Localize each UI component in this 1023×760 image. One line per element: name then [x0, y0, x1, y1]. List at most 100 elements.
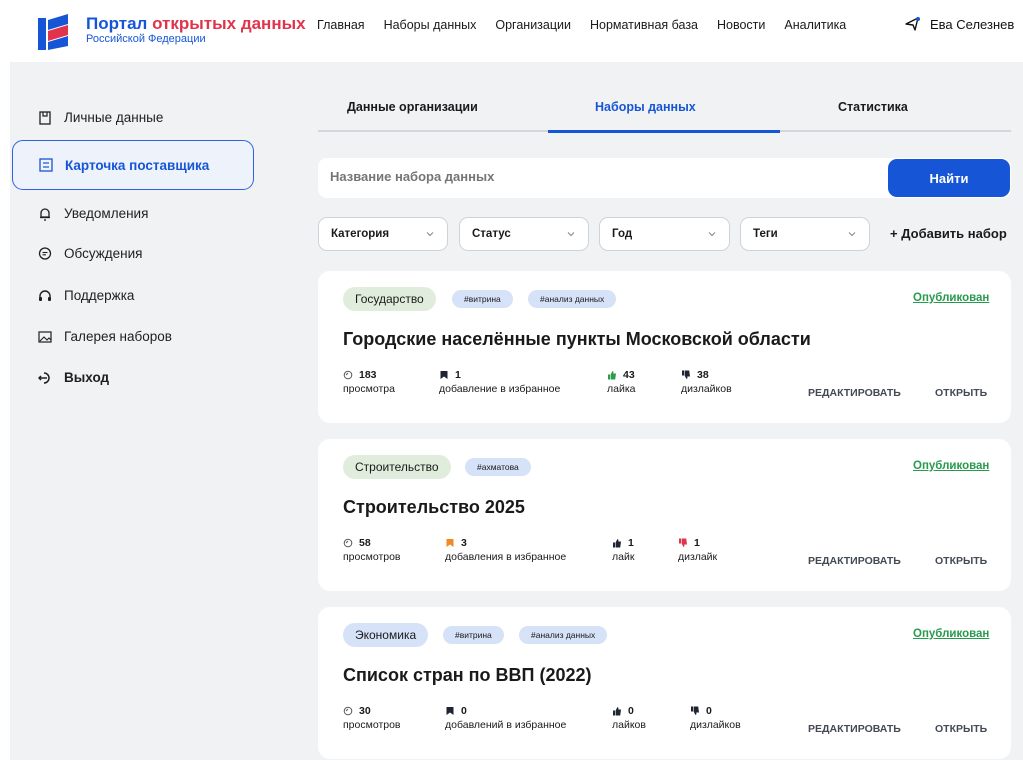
nav-news[interactable]: Новости — [717, 18, 765, 32]
dataset-title[interactable]: Список стран по ВВП (2022) — [343, 665, 592, 686]
category-badge[interactable]: Строительство — [343, 455, 451, 479]
nav-regulations[interactable]: Нормативная база — [590, 18, 698, 32]
user-arrow-icon — [905, 17, 920, 31]
edit-button[interactable]: РЕДАКТИРОВАТЬ — [808, 387, 901, 399]
edit-button[interactable]: РЕДАКТИРОВАТЬ — [808, 723, 901, 735]
user-menu[interactable]: Ева Селезнев — [905, 16, 1014, 32]
tab-statistics[interactable]: Статистика — [838, 100, 908, 114]
views-stat: 30 просмотров — [343, 705, 401, 731]
thumbs-down-icon[interactable] — [681, 370, 691, 380]
open-button[interactable]: ОТКРЫТЬ — [935, 555, 987, 567]
favorites-count: 0 — [461, 705, 467, 717]
sidebar-item-notifications[interactable]: Уведомления — [38, 206, 148, 221]
dislikes-label: дизлайков — [681, 383, 732, 395]
dislikes-count: 0 — [706, 705, 712, 717]
dislikes-count: 1 — [694, 537, 700, 549]
nav-home[interactable]: Главная — [317, 18, 365, 32]
nav-analytics[interactable]: Аналитика — [784, 18, 846, 32]
thumbs-up-icon[interactable] — [612, 706, 622, 716]
sidebar-item-label: Поддержка — [64, 288, 135, 303]
category-badge[interactable]: Государство — [343, 287, 436, 311]
tab-datasets[interactable]: Наборы данных — [595, 100, 696, 114]
status-published[interactable]: Опубликован — [913, 292, 989, 304]
likes-stat: 1 лайк — [612, 537, 634, 563]
status-published[interactable]: Опубликован — [913, 628, 989, 640]
tag-badge[interactable]: #витрина — [443, 626, 504, 644]
edit-button[interactable]: РЕДАКТИРОВАТЬ — [808, 555, 901, 567]
tag-badge[interactable]: #анализ данных — [519, 626, 608, 644]
sidebar-item-gallery[interactable]: Галерея наборов — [38, 329, 172, 344]
sidebar-item-personal-data[interactable]: Личные данные — [38, 110, 163, 125]
thumbs-up-icon[interactable] — [612, 538, 622, 548]
search-button[interactable]: Найти — [888, 159, 1010, 197]
views-count: 183 — [359, 369, 377, 381]
likes-count: 43 — [623, 369, 635, 381]
bookmark-icon[interactable] — [439, 370, 449, 380]
nav-datasets[interactable]: Наборы данных — [384, 18, 477, 32]
sidebar-item-label: Обсуждения — [64, 246, 143, 261]
favorites-label: добавлений в избранное — [445, 719, 567, 731]
favorites-count: 1 — [455, 369, 461, 381]
thumbs-down-icon[interactable] — [678, 538, 688, 548]
dislikes-label: дизлайк — [678, 551, 718, 563]
filter-tags[interactable]: Теги — [740, 217, 870, 251]
nav-organizations[interactable]: Организации — [495, 18, 571, 32]
sidebar-item-logout[interactable]: Выход — [38, 370, 109, 385]
thumbs-down-icon[interactable] — [690, 706, 700, 716]
open-button[interactable]: ОТКРЫТЬ — [935, 723, 987, 735]
chevron-down-icon — [567, 232, 575, 237]
filter-status[interactable]: Статус — [459, 217, 589, 251]
filter-category[interactable]: Категория — [318, 217, 448, 251]
views-stat: 58 просмотров — [343, 537, 401, 563]
tab-organization-data[interactable]: Данные организации — [347, 100, 478, 114]
dataset-card: Государство #витрина #анализ данных Опуб… — [318, 271, 1011, 423]
tag-badge[interactable]: #анализ данных — [528, 290, 617, 308]
chevron-down-icon — [708, 232, 716, 237]
open-button[interactable]: ОТКРЫТЬ — [935, 387, 987, 399]
dataset-title[interactable]: Городские населённые пункты Московской о… — [343, 329, 811, 350]
status-published[interactable]: Опубликован — [913, 460, 989, 472]
logo-title-word-1: Портал — [86, 14, 148, 33]
category-badge[interactable]: Экономика — [343, 623, 429, 647]
search-bar: Найти — [318, 158, 1011, 198]
views-icon — [343, 538, 353, 548]
sidebar-item-discussions[interactable]: Обсуждения — [38, 246, 142, 261]
dataset-title[interactable]: Строительство 2025 — [343, 497, 525, 518]
sidebar-item-supplier-card[interactable]: Карточка поставщика — [12, 140, 254, 190]
bookmark-icon[interactable] — [445, 538, 455, 548]
document-icon — [39, 110, 51, 125]
bell-icon — [40, 207, 50, 221]
tag-badge[interactable]: #витрина — [452, 290, 513, 308]
likes-label: лайков — [612, 719, 646, 731]
likes-count: 1 — [628, 537, 634, 549]
search-input[interactable] — [330, 169, 830, 184]
filter-label: Статус — [472, 228, 511, 240]
bookmark-icon[interactable] — [445, 706, 455, 716]
dislikes-stat: 38 дизлайков — [681, 369, 732, 395]
portal-logo-icon[interactable] — [38, 12, 72, 50]
add-dataset-button[interactable]: + Добавить набор — [890, 226, 1007, 241]
likes-count: 0 — [628, 705, 634, 717]
views-icon — [343, 706, 353, 716]
favorites-stat: 1 добавление в избранное — [439, 369, 560, 395]
likes-stat: 43 лайка — [607, 369, 636, 395]
filter-label: Категория — [331, 228, 390, 240]
logo-subtitle: Российской Федерации — [86, 33, 206, 45]
views-label: просмотра — [343, 383, 395, 395]
filter-label: Теги — [753, 228, 778, 240]
chevron-down-icon — [848, 232, 856, 237]
headset-icon — [39, 289, 51, 301]
favorites-stat: 3 добавления в избранное — [445, 537, 566, 563]
sidebar-item-support[interactable]: Поддержка — [38, 288, 134, 303]
image-gallery-icon — [38, 330, 52, 343]
filter-year[interactable]: Год — [599, 217, 730, 251]
thumbs-up-icon[interactable] — [607, 370, 617, 380]
logo-title[interactable]: Портал открытых данных — [86, 14, 306, 34]
tag-badge[interactable]: #ахматова — [465, 458, 531, 476]
main-nav: Главная Наборы данных Организации Нормат… — [317, 18, 865, 32]
favorites-label: добавления в избранное — [445, 551, 567, 563]
dislikes-stat: 1 дизлайк — [678, 537, 717, 563]
dataset-card: Экономика #витрина #анализ данных Опубли… — [318, 607, 1011, 759]
chevron-down-icon — [426, 232, 434, 237]
card-list-icon — [39, 158, 53, 172]
